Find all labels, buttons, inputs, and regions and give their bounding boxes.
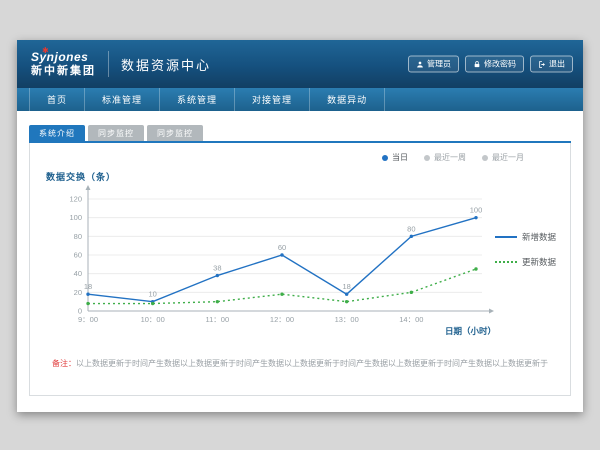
- svg-text:80: 80: [407, 224, 415, 233]
- tab-sync-monitor-2[interactable]: 同步监控: [147, 125, 203, 141]
- filter-last-month-dot-icon: [482, 155, 488, 161]
- legend-update-data[interactable]: 更新数据: [495, 256, 556, 268]
- main-content: 系统介绍 同步监控 同步监控 当日 最近一周 最近一月 数据交换（: [17, 111, 583, 412]
- filter-today-dot-icon: [382, 155, 388, 161]
- logout-icon: [538, 60, 546, 68]
- new-data-label: 新增数据: [522, 231, 556, 243]
- nav-item-home[interactable]: 首页: [29, 88, 85, 111]
- app-window: ✱ Synjones 新中新集团 数据资源中心 管理员 修改密码 退出 首页 标…: [17, 40, 583, 412]
- svg-text:120: 120: [69, 195, 82, 204]
- filter-last-week-dot-icon: [424, 155, 430, 161]
- nav-item-standard-mgmt[interactable]: 标准管理: [85, 88, 160, 111]
- tab-bar: 系统介绍 同步监控 同步监控: [17, 111, 583, 141]
- svg-text:40: 40: [74, 269, 82, 278]
- main-nav: 首页 标准管理 系统管理 对接管理 数据异动: [17, 88, 583, 111]
- svg-text:11：00: 11：00: [206, 315, 230, 324]
- filter-last-week-label: 最近一周: [434, 152, 466, 163]
- footnote: 备注：以上数据更新于时间产生数据以上数据更新于时间产生数据以上数据更新于时间产生…: [40, 358, 560, 369]
- user-icon: [416, 60, 424, 68]
- svg-text:20: 20: [74, 288, 82, 297]
- nav-item-connection-mgmt[interactable]: 对接管理: [235, 88, 310, 111]
- chart-panel: 当日 最近一周 最近一月 数据交换（条） 0204060801001209：00…: [29, 143, 571, 396]
- footnote-label: 备注：: [52, 359, 76, 368]
- tab-sync-monitor-1[interactable]: 同步监控: [88, 125, 144, 141]
- time-filter-legend: 当日 最近一周 最近一月: [382, 152, 524, 163]
- new-data-line-swatch-icon: [495, 236, 517, 238]
- svg-text:60: 60: [74, 251, 82, 260]
- app-header: ✱ Synjones 新中新集团 数据资源中心 管理员 修改密码 退出: [17, 40, 583, 88]
- brand-logo: ✱ Synjones 新中新集团: [31, 51, 96, 76]
- svg-text:60: 60: [278, 243, 286, 252]
- nav-item-data-changes[interactable]: 数据异动: [310, 88, 385, 111]
- logo-star-icon: ✱: [42, 47, 49, 56]
- header-actions: 管理员 修改密码 退出: [408, 56, 573, 73]
- series-legend: 新增数据 更新数据: [495, 231, 556, 281]
- legend-new-data[interactable]: 新增数据: [495, 231, 556, 243]
- change-password-button[interactable]: 修改密码: [465, 56, 524, 73]
- line-chart: 0204060801001209：0010：0011：0012：0013：001…: [42, 183, 542, 341]
- svg-text:100: 100: [470, 206, 483, 215]
- svg-text:38: 38: [213, 264, 221, 273]
- filter-last-week[interactable]: 最近一周: [424, 152, 466, 163]
- admin-user-label: 管理员: [427, 59, 451, 70]
- logo-text: Synjones: [31, 51, 96, 64]
- update-data-line-swatch-icon: [495, 261, 517, 263]
- svg-text:13：00: 13：00: [335, 315, 359, 324]
- tab-system-intro[interactable]: 系统介绍: [29, 125, 85, 141]
- logout-button[interactable]: 退出: [530, 56, 573, 73]
- filter-today[interactable]: 当日: [382, 152, 408, 163]
- header-divider: [108, 51, 109, 77]
- footnote-text: 以上数据更新于时间产生数据以上数据更新于时间产生数据以上数据更新于时间产生数据以…: [76, 359, 548, 368]
- filter-last-month-label: 最近一月: [492, 152, 524, 163]
- logout-label: 退出: [549, 59, 565, 70]
- svg-text:日期（小时）: 日期（小时）: [445, 326, 496, 336]
- nav-item-system-mgmt[interactable]: 系统管理: [160, 88, 235, 111]
- svg-text:12：00: 12：00: [270, 315, 294, 324]
- update-data-label: 更新数据: [522, 256, 556, 268]
- svg-text:80: 80: [74, 232, 82, 241]
- logo-company-name: 新中新集团: [31, 65, 96, 77]
- y-axis-title: 数据交换（条）: [46, 170, 116, 183]
- svg-text:18: 18: [84, 282, 92, 291]
- svg-text:10: 10: [148, 290, 156, 299]
- svg-text:14：00: 14：00: [399, 315, 423, 324]
- svg-text:18: 18: [342, 282, 350, 291]
- svg-text:100: 100: [69, 213, 82, 222]
- page-title: 数据资源中心: [121, 55, 211, 74]
- admin-user-button[interactable]: 管理员: [408, 56, 459, 73]
- lock-icon: [473, 60, 481, 68]
- filter-today-label: 当日: [392, 152, 408, 163]
- filter-last-month[interactable]: 最近一月: [482, 152, 524, 163]
- svg-text:10：00: 10：00: [141, 315, 165, 324]
- change-password-label: 修改密码: [484, 59, 516, 70]
- svg-text:9：00: 9：00: [78, 315, 98, 324]
